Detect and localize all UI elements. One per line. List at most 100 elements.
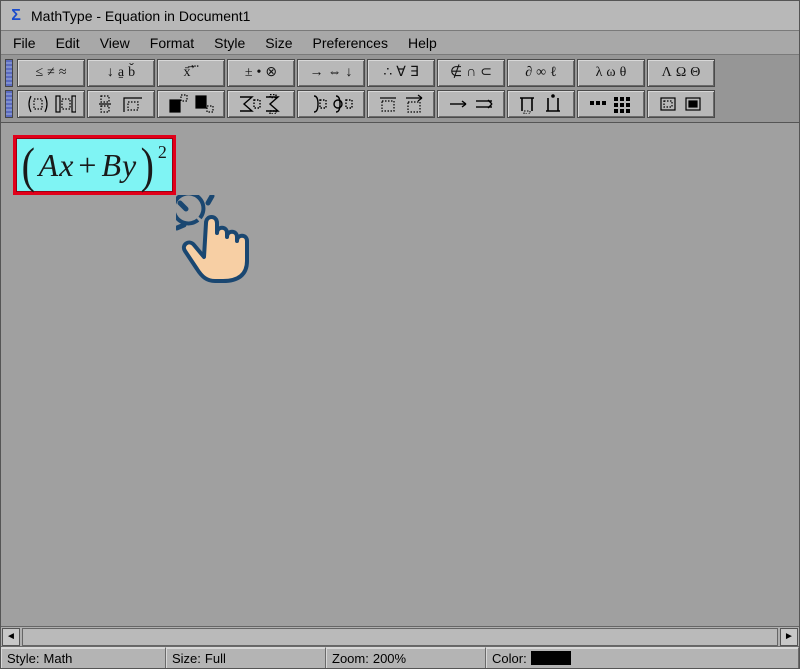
matrices-icon: [586, 94, 636, 114]
equation-body: ( Ax+By ): [20, 140, 156, 190]
tap-hand-icon: [176, 195, 256, 283]
exponent: 2: [158, 142, 167, 163]
sums-icon: [236, 94, 286, 114]
scripts-icon: [166, 94, 216, 114]
palette-logical[interactable]: ∴ ∀ ∃: [367, 59, 435, 87]
label-arrows-icon: [446, 94, 496, 114]
status-style-value: Math: [44, 651, 73, 666]
menubar: File Edit View Format Style Size Prefere…: [1, 31, 799, 55]
palette-arrows[interactable]: → ⇔ ↓: [297, 59, 365, 87]
glyph: →: [310, 66, 324, 80]
integrals-icon: [306, 94, 356, 114]
status-zoom[interactable]: Zoom: 200%: [326, 647, 486, 668]
palette-greek-lower[interactable]: λ ω θ: [577, 59, 645, 87]
scroll-right-button[interactable]: ►: [780, 628, 798, 646]
horizontal-scrollbar[interactable]: ◄ ►: [1, 626, 799, 646]
scroll-left-button[interactable]: ◄: [2, 628, 20, 646]
fences-icon: [26, 94, 76, 114]
close-paren: ): [141, 140, 154, 190]
glyph: ≤: [35, 66, 43, 80]
palette-boxes[interactable]: [647, 90, 715, 118]
glyph: ⇔: [328, 66, 342, 80]
palette-label-arrows[interactable]: [437, 90, 505, 118]
palette-set[interactable]: ∉ ∩ ⊂: [437, 59, 505, 87]
status-size[interactable]: Size: Full: [166, 647, 326, 668]
toolbar-row-symbols: ≤ ≠ ≈ ↓ a̱ b̌ x̄ ⃗ ⃛ ± • ⊗ → ⇔ ↓: [1, 58, 799, 88]
bars-icon: [376, 94, 426, 114]
glyph: ∩: [466, 66, 476, 80]
status-style-label: Style:: [7, 651, 40, 666]
glyph: Λ: [662, 66, 672, 80]
equation-selection[interactable]: ( Ax+By ) 2: [13, 135, 176, 195]
palette-integrals[interactable]: [297, 90, 365, 118]
toolbar-grip[interactable]: [5, 90, 13, 118]
equation-terms: Ax+By: [37, 147, 140, 184]
glyph: θ: [620, 66, 627, 80]
term-by: By: [101, 147, 137, 183]
status-bar: Style: Math Size: Full Zoom: 200% Color:: [1, 646, 799, 668]
equation-editor-area[interactable]: ( Ax+By ) 2: [1, 123, 799, 626]
glyph: ±: [245, 66, 253, 80]
status-size-label: Size:: [172, 651, 201, 666]
window-title: MathType - Equation in Document1: [31, 8, 250, 24]
status-color-label: Color:: [492, 651, 527, 666]
fractions-icon: [96, 94, 146, 114]
status-size-value: Full: [205, 651, 226, 666]
menu-edit[interactable]: Edit: [48, 33, 92, 53]
glyph: ≈: [59, 66, 67, 80]
glyph: λ: [596, 66, 603, 80]
palette-spaces[interactable]: ↓ a̱ b̌: [87, 59, 155, 87]
status-style[interactable]: Style: Math: [1, 647, 166, 668]
menu-help[interactable]: Help: [400, 33, 449, 53]
palette-relations[interactable]: ≤ ≠ ≈: [17, 59, 85, 87]
titlebar: Σ MathType - Equation in Document1: [1, 1, 799, 31]
glyph: ω: [606, 66, 615, 80]
glyph: ∂: [525, 66, 532, 80]
glyph: ∞: [536, 66, 546, 80]
status-zoom-label: Zoom:: [332, 651, 369, 666]
palette-greek-upper[interactable]: Λ Ω Θ: [647, 59, 715, 87]
glyph: Θ: [690, 66, 700, 80]
products-icon: [516, 94, 566, 114]
palette-misc[interactable]: ∂ ∞ ℓ: [507, 59, 575, 87]
menu-size[interactable]: Size: [257, 33, 304, 53]
sigma-app-icon: Σ: [7, 7, 25, 25]
menu-format[interactable]: Format: [142, 33, 206, 53]
toolbar-row-templates: [1, 89, 799, 119]
glyph: a̱: [118, 66, 124, 80]
toolbar-strip: ≤ ≠ ≈ ↓ a̱ b̌ x̄ ⃗ ⃛ ± • ⊗ → ⇔ ↓: [1, 55, 799, 123]
palette-operators[interactable]: ± • ⊗: [227, 59, 295, 87]
palette-bars[interactable]: [367, 90, 435, 118]
menu-preferences[interactable]: Preferences: [304, 33, 399, 53]
palette-fractions[interactable]: [87, 90, 155, 118]
palette-fences[interactable]: [17, 90, 85, 118]
glyph: ≠: [47, 66, 55, 80]
menu-view[interactable]: View: [92, 33, 142, 53]
plus-op: +: [74, 147, 101, 183]
glyph: ∃: [410, 66, 419, 80]
glyph: ∉: [450, 66, 462, 80]
palette-scripts[interactable]: [157, 90, 225, 118]
glyph: ∀: [396, 66, 406, 80]
status-zoom-value: 200%: [373, 651, 406, 666]
palette-products[interactable]: [507, 90, 575, 118]
glyph: ↓: [107, 66, 114, 80]
menu-style[interactable]: Style: [206, 33, 257, 53]
app-window: Σ MathType - Equation in Document1 File …: [0, 0, 800, 669]
palette-sums[interactable]: [227, 90, 295, 118]
menu-file[interactable]: File: [5, 33, 48, 53]
palette-embellish[interactable]: x̄ ⃗ ⃛: [157, 59, 225, 87]
scroll-track[interactable]: [22, 628, 778, 646]
glyph: ∴: [383, 66, 392, 80]
boxes-icon: [656, 94, 706, 114]
glyph: ℓ: [550, 66, 557, 80]
open-paren: (: [22, 140, 35, 190]
glyph: •: [257, 66, 262, 80]
status-color[interactable]: Color:: [486, 647, 799, 668]
toolbar-grip[interactable]: [5, 59, 13, 87]
term-ax: Ax: [39, 147, 75, 183]
palette-matrices[interactable]: [577, 90, 645, 118]
glyph: Ω: [676, 66, 686, 80]
glyph: ⊂: [480, 66, 492, 80]
glyph: x̄: [184, 66, 191, 80]
